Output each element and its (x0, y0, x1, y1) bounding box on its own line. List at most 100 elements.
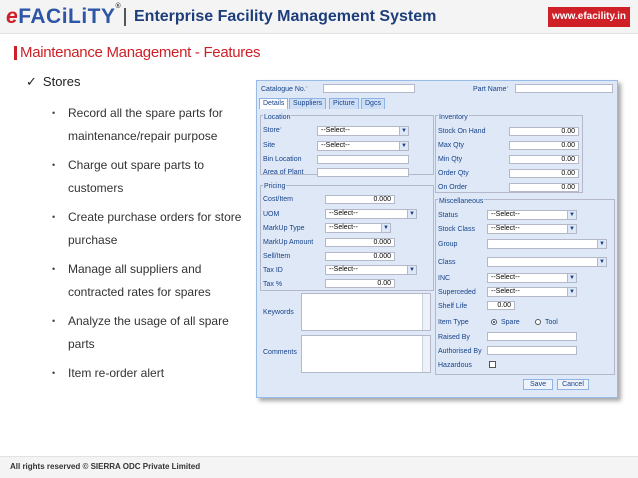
list-item: Create purchase orders for store purchas… (48, 206, 258, 252)
store-select[interactable]: --Select-- ▼ (317, 126, 409, 136)
group-select[interactable]: ▼ (487, 239, 607, 249)
inc-label: INC (438, 275, 451, 282)
inc-select[interactable]: --Select-- ▼ (487, 273, 577, 283)
tab-details[interactable]: Details (259, 98, 289, 109)
feature-list: Record all the spare parts for maintenan… (48, 102, 258, 391)
min-qty-label: Min Qty (438, 156, 463, 163)
status-select[interactable]: --Select-- ▼ (487, 210, 577, 220)
tab-dgcs[interactable]: Dgcs (361, 98, 385, 109)
sell-label: Sell/Item (263, 253, 291, 260)
markup-type-select[interactable]: --Select-- ▼ (325, 223, 391, 233)
shelf-life-input[interactable]: 0.00 (487, 301, 515, 310)
header-title: Enterprise Facility Management System (134, 8, 437, 25)
item-type-tool-label: Tool (545, 319, 558, 326)
min-qty-input[interactable]: 0.00 (509, 155, 579, 164)
tab-suppliers[interactable]: Suppliers (289, 98, 327, 109)
uom-select[interactable]: --Select-- ▼ (325, 209, 417, 219)
header-divider (124, 8, 126, 26)
location-legend: Location (263, 114, 292, 121)
tab-picture[interactable]: Picture (329, 98, 359, 109)
section-title: Maintenance Management - Features (20, 44, 261, 61)
scrollbar[interactable] (422, 294, 430, 330)
item-type-spare-label: Spare (501, 319, 520, 326)
part-name-label: Part Name* (473, 86, 509, 93)
chevron-down-icon: ▼ (597, 240, 606, 248)
inventory-legend: Inventory (438, 114, 469, 121)
stock-class-label: Stock Class (438, 226, 475, 233)
misc-legend: Miscellaneous (438, 198, 485, 205)
bin-location-label: Bin Location (263, 156, 302, 163)
website-badge[interactable]: www.efacility.in (548, 7, 630, 27)
hazardous-checkbox[interactable] (489, 361, 496, 368)
order-qty-label: Order Qty (438, 170, 469, 177)
checkmark-icon: ✓ (26, 74, 37, 89)
item-type-tool-radio[interactable] (535, 319, 541, 325)
list-item: Item re-order alert (48, 362, 258, 385)
markup-amount-input[interactable]: 0.000 (325, 238, 395, 247)
raised-by-input[interactable] (487, 332, 577, 341)
on-order-label: On Order (438, 184, 468, 191)
raised-by-label: Raised By (438, 334, 470, 341)
class-label: Class (438, 259, 456, 266)
chevron-down-icon: ▼ (407, 266, 416, 274)
chevron-down-icon: ▼ (381, 224, 390, 232)
catalogue-label: Catalogue No.* (261, 86, 308, 93)
store-label: Store* (263, 127, 282, 134)
area-of-plant-input[interactable] (317, 168, 409, 177)
on-order-input[interactable]: 0.00 (509, 183, 579, 192)
item-type-spare-radio[interactable] (491, 319, 497, 325)
site-label: Site (263, 142, 276, 149)
markup-amount-label: MarkUp Amount (263, 239, 314, 246)
chevron-down-icon: ▼ (567, 225, 576, 233)
chevron-down-icon: ▼ (567, 274, 576, 282)
list-item: Analyze the usage of all spare parts (48, 310, 258, 356)
stock-on-hand-input[interactable]: 0.00 (509, 127, 579, 136)
authorised-by-input[interactable] (487, 346, 577, 355)
logo-registered: ® (115, 3, 122, 10)
logo-e: e (6, 5, 19, 28)
order-qty-input[interactable]: 0.00 (509, 169, 579, 178)
uom-label: UOM (263, 211, 280, 218)
max-qty-input[interactable]: 0.00 (509, 141, 579, 150)
footer-bar: All rights reserved © SIERRA ODC Private… (0, 456, 638, 478)
tax-pct-label: Tax % (263, 281, 283, 288)
scrollbar[interactable] (422, 336, 430, 372)
class-select[interactable]: ▼ (487, 257, 607, 267)
markup-type-label: MarkUp Type (263, 225, 305, 232)
part-name-input[interactable] (515, 84, 613, 93)
stock-class-select[interactable]: --Select-- ▼ (487, 224, 577, 234)
copyright-text: All rights reserved © SIERRA ODC Private… (10, 462, 201, 471)
bin-location-input[interactable] (317, 155, 409, 164)
max-qty-label: Max Qty (438, 142, 465, 149)
list-item: Manage all suppliers and contracted rate… (48, 258, 258, 304)
authorised-by-label: Authorised By (438, 348, 482, 355)
list-item: Charge out spare parts to customers (48, 154, 258, 200)
comments-label: Comments (263, 349, 297, 356)
tax-pct-input[interactable]: 0.00 (325, 279, 395, 288)
save-button[interactable]: Save (523, 379, 553, 390)
catalogue-input[interactable] (323, 84, 415, 93)
item-type-label: Item Type (438, 319, 469, 326)
pricing-legend: Pricing (263, 183, 287, 190)
logo-text: FACiLiTY (18, 5, 116, 28)
keywords-textarea[interactable] (301, 293, 431, 331)
sell-input[interactable]: 0.000 (325, 252, 395, 261)
status-label: Status (438, 212, 458, 219)
cost-input[interactable]: 0.000 (325, 195, 395, 204)
site-select[interactable]: --Select-- ▼ (317, 141, 409, 151)
tax-id-select[interactable]: --Select-- ▼ (325, 265, 417, 275)
chevron-down-icon: ▼ (567, 288, 576, 296)
area-of-plant-label: Area of Plant (263, 169, 304, 176)
check-item: ✓ Stores (26, 74, 80, 90)
efacility-logo: eFACiLiTY® (6, 3, 122, 29)
section-accent-bar (14, 46, 17, 60)
keywords-label: Keywords (263, 309, 294, 316)
chevron-down-icon: ▼ (407, 210, 416, 218)
superceded-label: Superceded (438, 289, 476, 296)
group-label: Group (438, 241, 458, 248)
stock-on-hand-label: Stock On Hand (438, 128, 486, 135)
comments-textarea[interactable] (301, 335, 431, 373)
list-item: Record all the spare parts for maintenan… (48, 102, 258, 148)
cancel-button[interactable]: Cancel (557, 379, 589, 390)
superceded-select[interactable]: --Select-- ▼ (487, 287, 577, 297)
